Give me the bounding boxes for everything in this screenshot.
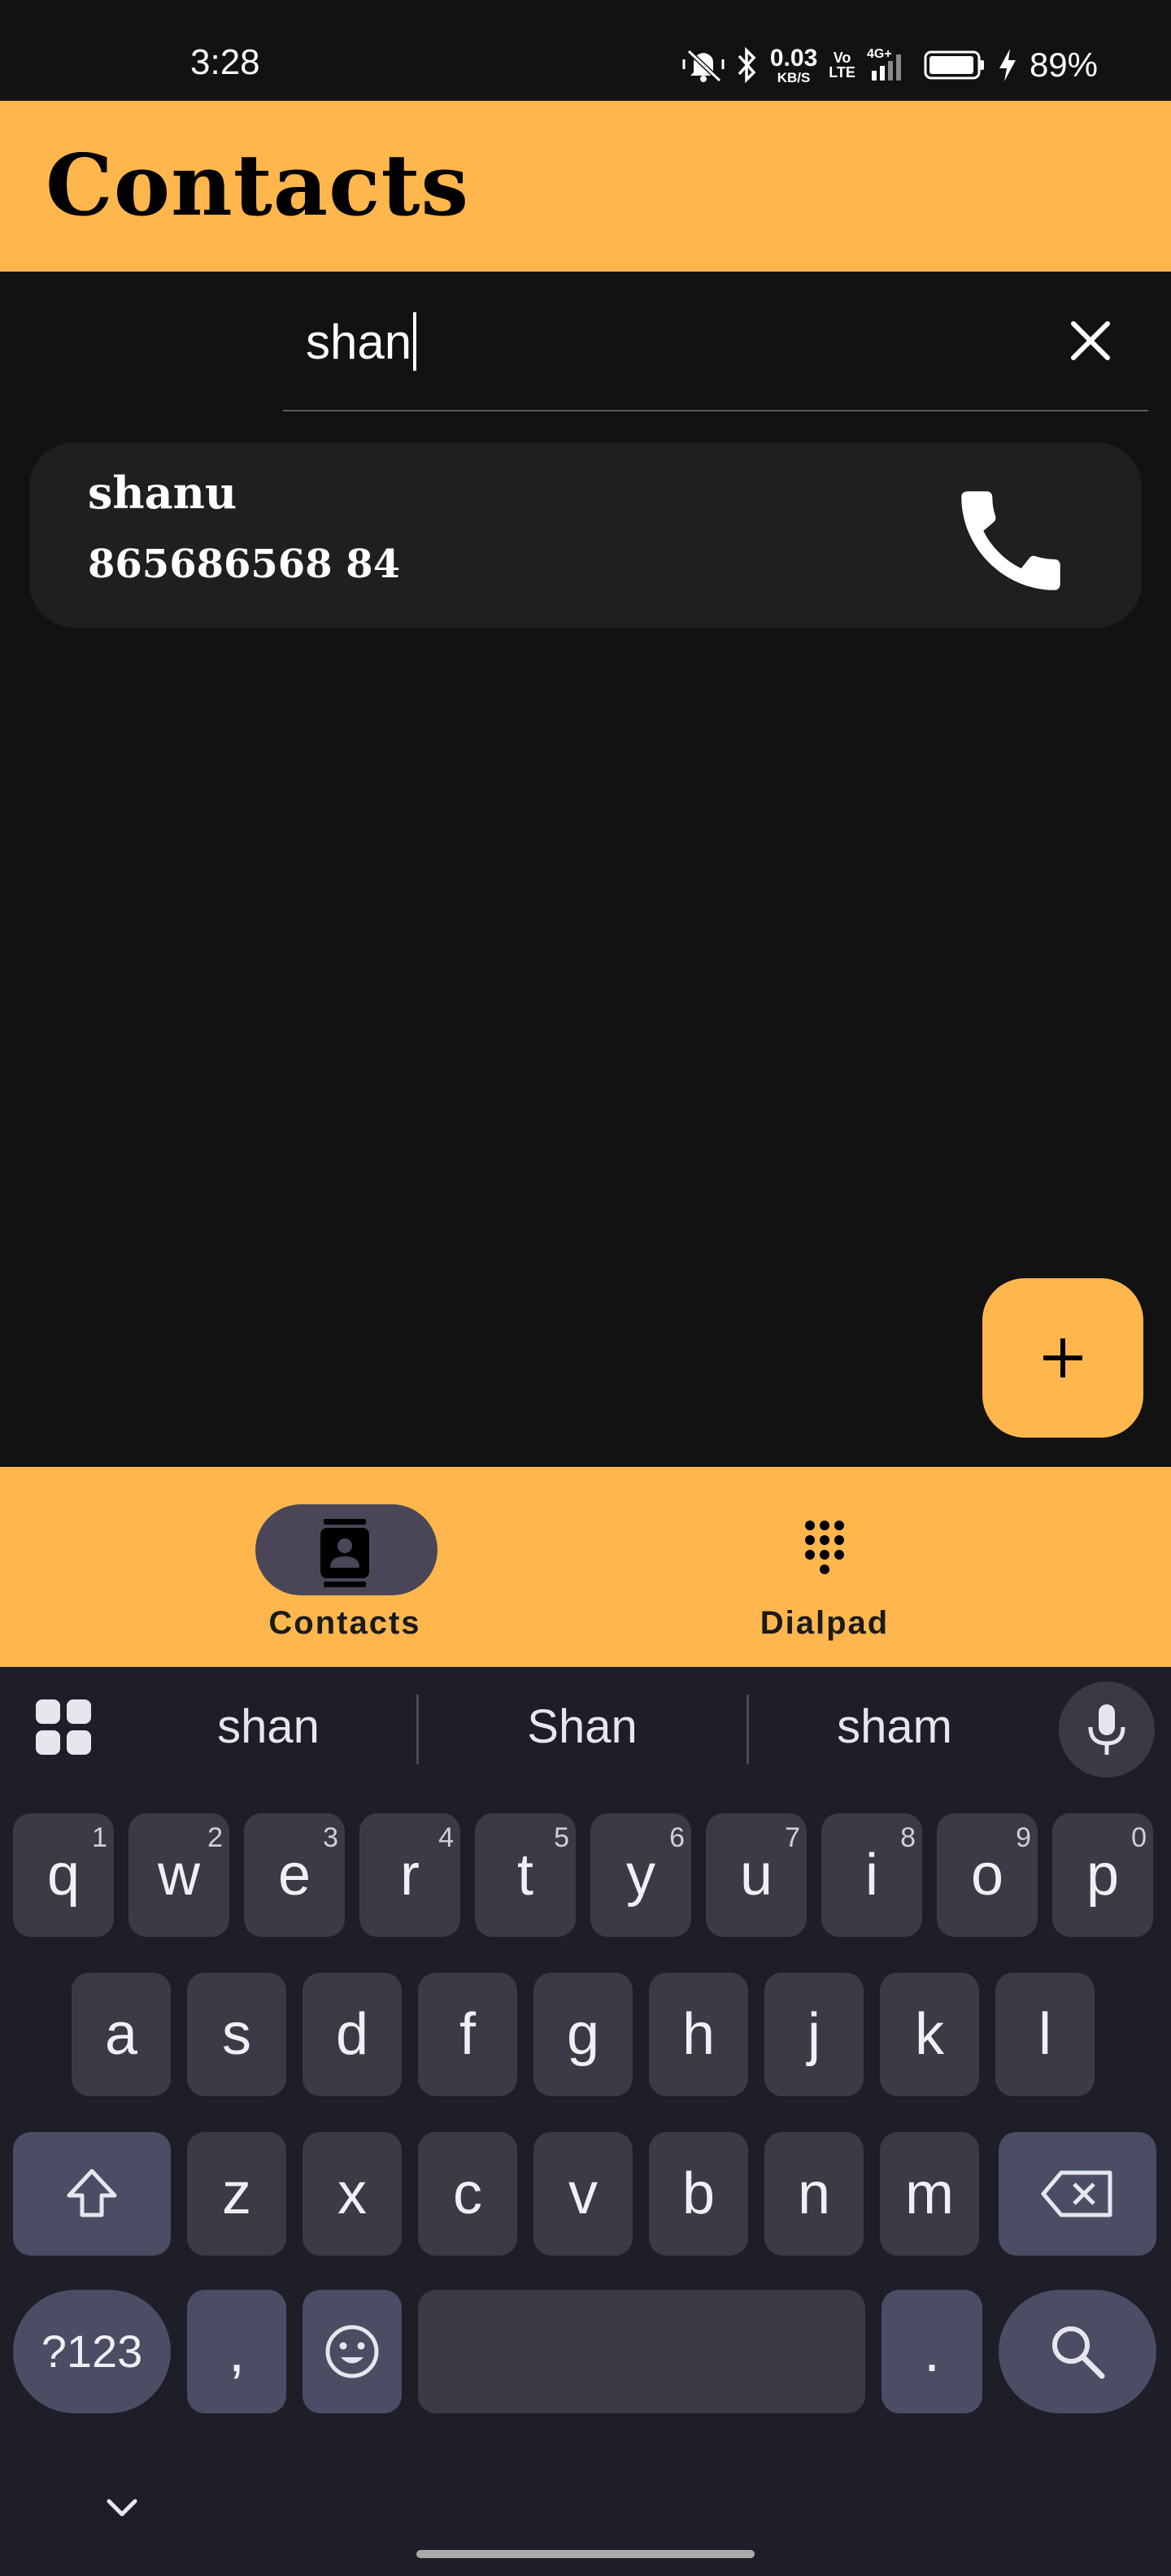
key-l[interactable]: l: [995, 1973, 1095, 2096]
nav-label-dialpad: Dialpad: [760, 1605, 890, 1641]
key-u[interactable]: u7: [706, 1813, 807, 1937]
apps-grid-icon[interactable]: [33, 1696, 94, 1758]
battery-icon: [924, 50, 984, 80]
suggestion-2[interactable]: Shan: [460, 1696, 704, 1758]
search-key[interactable]: [999, 2290, 1156, 2413]
emoji-key[interactable]: [303, 2290, 402, 2413]
backspace-icon: [1041, 2170, 1112, 2217]
suggestion-divider: [416, 1695, 419, 1764]
key-b[interactable]: b: [649, 2132, 748, 2256]
search-input[interactable]: shan: [306, 312, 417, 371]
suggestion-1[interactable]: shan: [146, 1696, 390, 1758]
home-indicator[interactable]: [416, 2550, 755, 2558]
key-y[interactable]: y6: [590, 1813, 691, 1937]
key-q[interactable]: q1: [13, 1813, 114, 1937]
phone-icon[interactable]: [945, 475, 1077, 607]
key-f[interactable]: f: [418, 1973, 517, 2096]
period-key[interactable]: .: [882, 2290, 982, 2413]
search-field[interactable]: shan: [283, 272, 1148, 411]
nav-item-dialpad[interactable]: Dialpad: [703, 1501, 947, 1641]
key-e[interactable]: e3: [244, 1813, 345, 1937]
battery-percent: 89%: [1029, 46, 1098, 84]
svg-text:4G+: 4G+: [867, 47, 892, 61]
add-contact-button[interactable]: [982, 1278, 1143, 1438]
suggestion-bar: shan Shan sham: [0, 1667, 1171, 1789]
voice-input-button[interactable]: [1059, 1682, 1155, 1778]
plus-icon: [1043, 1338, 1082, 1377]
key-p[interactable]: p0: [1052, 1813, 1153, 1937]
contact-card[interactable]: shanu 865686568 84: [29, 442, 1142, 628]
text-caret: [413, 312, 417, 371]
close-icon[interactable]: [1062, 312, 1119, 369]
status-icons: 0.03 KB/S Vo LTE 4G+ 89%: [682, 41, 1098, 89]
suggestion-3[interactable]: sham: [773, 1696, 1016, 1758]
key-n[interactable]: n: [764, 2132, 864, 2256]
key-s[interactable]: s: [187, 1973, 286, 2096]
nav-item-contacts[interactable]: Contacts: [223, 1501, 467, 1641]
shift-key[interactable]: [13, 2132, 171, 2256]
key-g[interactable]: g: [533, 1973, 633, 2096]
key-i[interactable]: i8: [821, 1813, 922, 1937]
key-j[interactable]: j: [764, 1973, 864, 2096]
shift-icon: [67, 2169, 117, 2217]
key-v[interactable]: v: [533, 2132, 633, 2256]
key-t[interactable]: t5: [475, 1813, 576, 1937]
backspace-key[interactable]: [999, 2132, 1156, 2256]
emoji-icon: [325, 2325, 379, 2378]
key-r[interactable]: r4: [359, 1813, 460, 1937]
key-m[interactable]: m: [880, 2132, 979, 2256]
comma-key[interactable]: ,: [187, 2290, 286, 2413]
key-x[interactable]: x: [303, 2132, 402, 2256]
dialpad-icon: [805, 1521, 844, 1574]
nav-label-contacts: Contacts: [268, 1605, 421, 1641]
network-speed: 0.03 KB/S: [770, 46, 817, 85]
volte-indicator: Vo LTE: [829, 50, 855, 80]
search-icon: [1052, 2326, 1105, 2379]
app-screen: 3:28 0.03 KB/S Vo LTE 4G+ 89% Contacts s…: [0, 0, 1171, 2576]
contacts-icon: [320, 1519, 369, 1587]
network-speed-unit: KB/S: [777, 69, 811, 85]
key-o[interactable]: o9: [937, 1813, 1038, 1937]
microphone-icon: [1088, 1704, 1125, 1755]
symbols-key[interactable]: ?123: [13, 2290, 171, 2413]
key-w[interactable]: w2: [128, 1813, 229, 1937]
key-d[interactable]: d: [303, 1973, 402, 2096]
search-input-value: shan: [306, 314, 412, 369]
signal-icon: 4G+: [867, 47, 901, 80]
volte-bottom: LTE: [829, 64, 855, 80]
chevron-down-icon[interactable]: [102, 2488, 141, 2527]
key-c[interactable]: c: [418, 2132, 517, 2256]
space-key[interactable]: [418, 2290, 865, 2413]
key-a[interactable]: a: [72, 1973, 171, 2096]
contact-phone: 865686568 84: [88, 542, 401, 587]
soft-keyboard: shan Shan sham q1 w2 e3 r4 t5 y6 u7 i8 o…: [0, 1667, 1171, 2576]
charging-icon: [999, 49, 1016, 81]
volte-top: Vo: [833, 50, 851, 66]
bluetooth-icon: [738, 46, 756, 84]
page-title: Contacts: [46, 135, 470, 235]
app-bar: Contacts: [0, 101, 1171, 272]
contact-name: shanu: [88, 467, 237, 519]
suggestion-divider: [747, 1695, 749, 1764]
bottom-navigation: Contacts Dialpad: [0, 1467, 1171, 1667]
mute-icon: [682, 49, 725, 83]
key-h[interactable]: h: [649, 1973, 748, 2096]
key-z[interactable]: z: [187, 2132, 286, 2256]
key-k[interactable]: k: [880, 1973, 979, 2096]
status-time: 3:28: [190, 42, 260, 82]
network-speed-value: 0.03: [769, 44, 818, 72]
status-bar: 3:28 0.03 KB/S Vo LTE 4G+ 89%: [0, 0, 1171, 101]
